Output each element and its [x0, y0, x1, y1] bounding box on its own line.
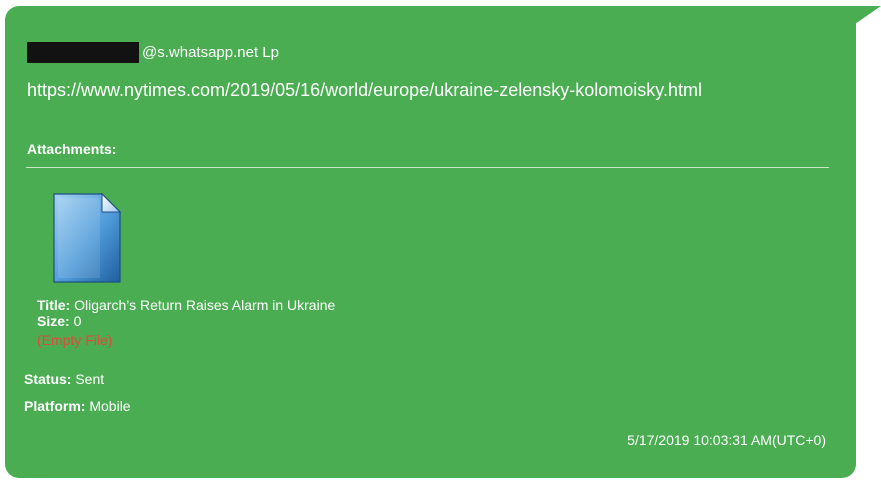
redacted-sender-block	[27, 42, 139, 63]
attachments-label: Attachments:	[27, 141, 117, 157]
message-bubble	[5, 6, 856, 478]
status-line: Status: Sent	[24, 371, 104, 387]
attachment-title: Oligarch’s Return Raises Alarm in Ukrain…	[74, 297, 336, 313]
status-label: Status:	[24, 371, 72, 387]
whatsapp-message-export: @s.whatsapp.net Lp https://www.nytimes.c…	[0, 0, 881, 483]
attachment-size: 0	[73, 313, 82, 329]
message-bubble-tail	[855, 6, 881, 24]
sender-line: @s.whatsapp.net Lp	[27, 42, 279, 63]
platform-label: Platform:	[24, 398, 86, 414]
empty-file-note: (Empty File)	[37, 332, 113, 348]
attachment-title-line: Title: Oligarch’s Return Raises Alarm in…	[37, 297, 335, 313]
size-label: Size:	[37, 313, 70, 329]
platform-value: Mobile	[89, 398, 131, 414]
sender-suffix: @s.whatsapp.net Lp	[142, 44, 279, 61]
message-url[interactable]: https://www.nytimes.com/2019/05/16/world…	[27, 81, 727, 100]
document-icon[interactable]	[52, 192, 122, 284]
status-value: Sent	[75, 371, 105, 387]
attachments-divider	[26, 167, 829, 168]
title-label: Title:	[37, 297, 71, 313]
message-timestamp: 5/17/2019 10:03:31 AM(UTC+0)	[627, 432, 826, 448]
platform-line: Platform: Mobile	[24, 398, 131, 414]
attachment-size-line: Size: 0	[37, 313, 81, 329]
